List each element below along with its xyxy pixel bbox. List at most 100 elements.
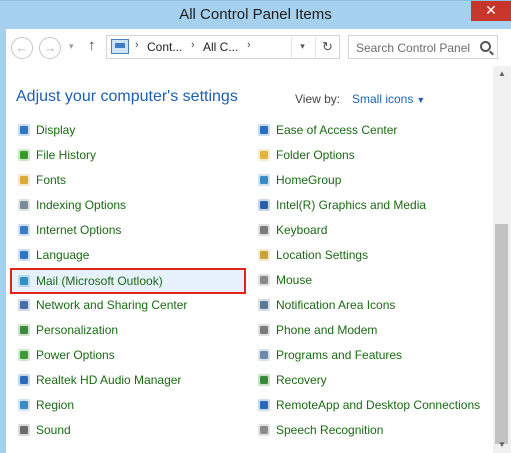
- control-panel-item[interactable]: Fonts: [16, 170, 66, 190]
- control-panel-item[interactable]: Region: [16, 395, 74, 415]
- breadcrumb-control-panel[interactable]: Cont...: [147, 40, 182, 54]
- control-panel-icon: [111, 39, 129, 54]
- control-panel-item[interactable]: Recovery: [256, 370, 327, 390]
- control-panel-item-label: Power Options: [36, 348, 115, 362]
- control-panel-item[interactable]: Power Options: [16, 345, 115, 365]
- search-icon[interactable]: [480, 41, 491, 52]
- control-panel-item-label: Mail (Microsoft Outlook): [36, 274, 163, 288]
- control-panel-item-label: RemoteApp and Desktop Connections: [276, 398, 481, 412]
- search-input[interactable]: Search Control Panel: [356, 41, 470, 55]
- control-panel-item[interactable]: File History: [16, 145, 96, 165]
- keyboard-icon: [256, 222, 272, 238]
- region-icon: [16, 397, 32, 413]
- forward-button[interactable]: →: [39, 37, 61, 59]
- control-panel-item-label: Folder Options: [276, 148, 355, 162]
- realtek-audio-icon: [16, 372, 32, 388]
- chevron-down-icon[interactable]: ▼: [416, 95, 425, 105]
- control-panel-item[interactable]: HomeGroup: [256, 170, 341, 190]
- address-dropdown-button[interactable]: ▾: [291, 36, 313, 58]
- control-panel-item-label: Phone and Modem: [276, 323, 378, 337]
- control-panel-item[interactable]: Programs and Features: [256, 345, 402, 365]
- page-title: Adjust your computer's settings: [16, 88, 238, 105]
- power-options-icon: [16, 347, 32, 363]
- control-panel-item-label: Region: [36, 398, 75, 412]
- control-panel-item[interactable]: Folder Options: [256, 145, 355, 165]
- control-panel-item[interactable]: Location Settings: [256, 245, 368, 265]
- internet-options-icon: [16, 222, 32, 238]
- control-panel-item[interactable]: Realtek HD Audio Manager: [16, 370, 181, 390]
- intel-graphics-icon: [256, 197, 272, 213]
- control-panel-item[interactable]: Language: [16, 245, 89, 265]
- file-history-icon: [16, 147, 32, 163]
- control-panel-item[interactable]: Mouse: [256, 270, 312, 290]
- scroll-up-button[interactable]: ▲: [493, 66, 511, 82]
- control-panel-item[interactable]: Ease of Access Center: [256, 120, 397, 140]
- control-panel-item[interactable]: Network and Sharing Center: [16, 295, 187, 315]
- fonts-icon: [16, 172, 32, 188]
- control-panel-item-label: Indexing Options: [36, 198, 127, 212]
- control-panel-item[interactable]: Intel(R) Graphics and Media: [256, 195, 426, 215]
- phone-modem-icon: [256, 322, 272, 338]
- control-panel-item[interactable]: RemoteApp and Desktop Connections: [256, 395, 480, 415]
- view-by-value[interactable]: Small icons: [352, 92, 413, 106]
- control-panel-item-label: Language: [36, 248, 90, 262]
- control-panel-item-label: Network and Sharing Center: [36, 298, 188, 312]
- up-button[interactable]: ↑: [88, 37, 96, 54]
- view-by-label: View by:: [295, 92, 341, 106]
- control-panel-item[interactable]: Display: [16, 120, 75, 140]
- control-panel-item-label: Keyboard: [276, 223, 328, 237]
- vertical-scrollbar[interactable]: ▲ ▼: [493, 66, 511, 453]
- indexing-options-icon: [16, 197, 32, 213]
- close-button[interactable]: ✕: [471, 1, 511, 21]
- control-panel-item-label: Notification Area Icons: [276, 298, 396, 312]
- navigation-bar: ← → ▾ ↑ › Cont... › All C... › ▾ ↻ Searc…: [6, 29, 511, 66]
- mouse-icon: [256, 272, 272, 288]
- recent-locations-button[interactable]: ▾: [69, 41, 74, 52]
- control-panel-item[interactable]: Keyboard: [256, 220, 327, 240]
- control-panel-item-label: Programs and Features: [276, 348, 403, 362]
- window-title: All Control Panel Items: [179, 6, 332, 23]
- breadcrumb-separator[interactable]: ›: [135, 39, 139, 51]
- scroll-thumb[interactable]: [495, 224, 508, 444]
- control-panel-item[interactable]: Internet Options: [16, 220, 121, 240]
- control-panel-item-label: Realtek HD Audio Manager: [36, 373, 182, 387]
- control-panel-item-label: Sound: [36, 423, 71, 437]
- title-bar: All Control Panel Items ✕: [0, 0, 511, 29]
- control-panel-item[interactable]: Sound: [16, 420, 71, 440]
- control-panel-item[interactable]: Speech Recognition: [256, 420, 383, 440]
- control-panel-item[interactable]: Phone and Modem: [256, 320, 377, 340]
- recovery-icon: [256, 372, 272, 388]
- control-panel-item[interactable]: Indexing Options: [16, 195, 126, 215]
- ease-of-access-icon: [256, 122, 272, 138]
- mail-icon: [16, 273, 32, 289]
- control-panel-content: Adjust your computer's settings View by:…: [6, 66, 493, 453]
- breadcrumb-all-items[interactable]: All C...: [203, 40, 238, 54]
- control-panel-item[interactable]: Personalization: [16, 320, 118, 340]
- homegroup-icon: [256, 172, 272, 188]
- scroll-down-button[interactable]: ▼: [493, 437, 511, 453]
- control-panel-item-label: Display: [36, 123, 76, 137]
- control-panel-item[interactable]: Notification Area Icons: [256, 295, 395, 315]
- network-icon: [16, 297, 32, 313]
- control-panel-item-label: Internet Options: [36, 223, 122, 237]
- personalization-icon: [16, 322, 32, 338]
- breadcrumb-separator[interactable]: ›: [247, 39, 251, 51]
- notification-area-icon: [256, 297, 272, 313]
- remoteapp-icon: [256, 397, 272, 413]
- address-bar[interactable]: › Cont... › All C... › ▾ ↻: [106, 35, 340, 59]
- sound-icon: [16, 422, 32, 438]
- control-panel-item-label: Mouse: [276, 273, 313, 287]
- programs-features-icon: [256, 347, 272, 363]
- control-panel-item-label: Speech Recognition: [276, 423, 384, 437]
- refresh-button[interactable]: ↻: [315, 36, 339, 58]
- back-button[interactable]: ←: [11, 37, 33, 59]
- control-panel-item-label: Location Settings: [276, 248, 369, 262]
- view-by-dropdown[interactable]: Small icons ▼: [352, 92, 425, 106]
- control-panel-item[interactable]: Mail (Microsoft Outlook): [10, 268, 246, 294]
- display-icon: [16, 122, 32, 138]
- search-box[interactable]: Search Control Panel: [348, 35, 498, 59]
- control-panel-item-label: Recovery: [276, 373, 327, 387]
- control-panel-item-label: HomeGroup: [276, 173, 342, 187]
- breadcrumb-separator[interactable]: ›: [191, 39, 195, 51]
- language-icon: [16, 247, 32, 263]
